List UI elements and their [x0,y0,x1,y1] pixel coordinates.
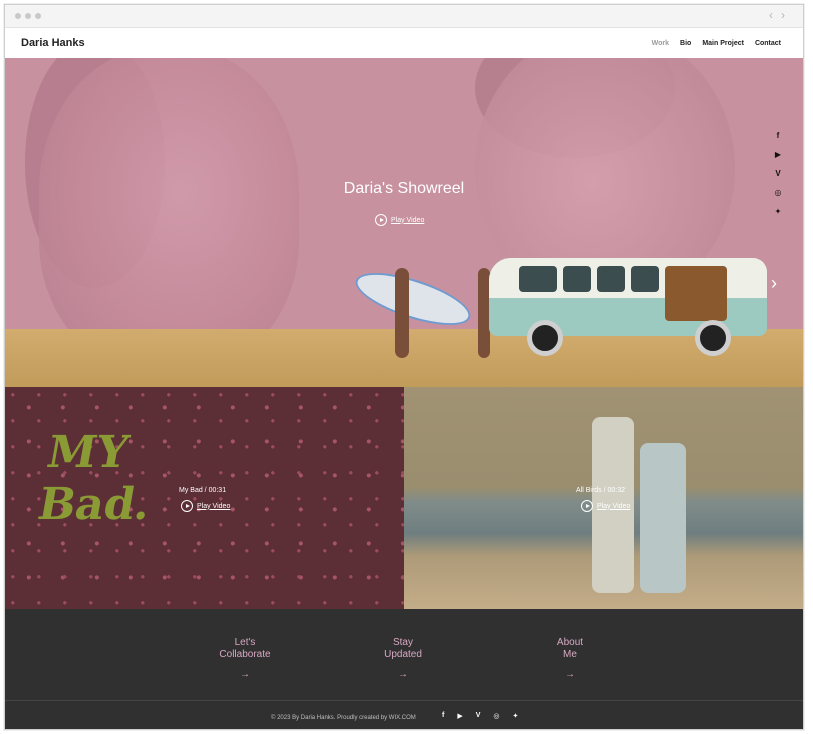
footer-link-collaborate[interactable]: Let's Collaborate → [185,637,305,681]
video-title: All Birds / 00:32 [576,487,626,494]
arrow-right-icon: → [398,669,408,680]
footer-link-about[interactable]: About Me → [510,637,630,681]
nav-item-bio[interactable]: Bio [680,40,691,47]
hero-image-surfer [395,268,409,358]
footer-link-line: Collaborate [219,649,271,660]
browser-window: ‹ › Daria Hanks Work Bio Main Project Co… [4,4,804,730]
window-dot [25,13,31,19]
browser-chrome: ‹ › [5,5,803,28]
footer-link-line: Me [563,649,577,660]
van-window [631,266,659,292]
nav-item-contact[interactable]: Contact [755,40,781,47]
next-slide-arrow-icon[interactable]: › [771,273,777,294]
video-title: My Bad / 00:31 [179,487,227,494]
footer-link-line: About [556,637,584,648]
facebook-icon[interactable]: f [773,131,783,141]
footer-divider [5,700,803,701]
van-window [597,266,625,292]
van-wheel [527,320,563,356]
vimeo-icon[interactable]: V [773,169,783,179]
van-window [563,266,591,292]
van-window [519,266,557,292]
window-dot [15,13,21,19]
play-video-link[interactable]: Play Video [197,503,230,510]
artwork-text-line: Bad. [34,479,155,530]
twitter-icon[interactable]: ✦ [513,712,519,720]
video-tile-all-birds[interactable]: All Birds / 00:32 Play Video [404,387,803,609]
site-title[interactable]: Daria Hanks [21,37,85,49]
my-bad-artwork: MY Bad. [34,427,164,531]
chevron-right-icon[interactable]: › [781,8,785,22]
play-icon [375,214,387,226]
hero-image-surfboard [350,262,476,336]
play-icon [181,500,193,512]
site-footer: Let's Collaborate → Stay Updated → About… [5,609,803,729]
instagram-icon[interactable]: ◎ [493,712,499,720]
twitter-icon[interactable]: ✦ [773,207,783,217]
play-icon [581,500,593,512]
youtube-icon[interactable]: ▶ [773,150,783,160]
social-bar: f ▶ V ◎ ✦ [773,131,783,217]
hero-section: f ▶ V ◎ ✦ Daria's Showreel Play Video › [5,58,803,387]
footer-link-line: Let's [234,637,256,648]
chevron-left-icon[interactable]: ‹ [769,8,773,22]
arrow-right-icon: → [565,669,575,680]
video-tile-my-bad[interactable]: MY Bad. My Bad / 00:31 Play Video [5,387,404,609]
arrow-right-icon: → [240,669,250,680]
van-door-open [665,266,727,321]
window-dot [35,13,41,19]
artwork-text-line: MY [43,427,133,478]
image-person-woman [640,443,686,593]
footer-link-line: Updated [384,649,422,660]
play-video-link[interactable]: Play Video [597,503,630,510]
youtube-icon[interactable]: ▶ [457,712,462,720]
facebook-icon[interactable]: f [442,712,444,720]
hero-title: Daria's Showreel [343,180,465,197]
vimeo-icon[interactable]: V [476,712,481,720]
hero-play-button[interactable]: Play Video [375,214,424,226]
hero-image-face-left [39,58,299,368]
footer-link-line: Stay [392,637,413,648]
video-play-button[interactable]: Play Video [581,500,630,512]
play-video-link[interactable]: Play Video [391,217,424,224]
video-play-button[interactable]: Play Video [181,500,230,512]
nav-item-work[interactable]: Work [652,40,669,47]
footer-social-bar: f ▶ V ◎ ✦ [442,712,518,720]
site-header: Daria Hanks Work Bio Main Project Contac… [5,28,803,59]
main-menu: Work Bio Main Project Contact [652,40,781,47]
nav-item-main-project[interactable]: Main Project [702,40,744,47]
footer-link-updated[interactable]: Stay Updated → [343,637,463,681]
hero-image-van [489,250,767,362]
copyright-text: © 2023 By Daria Hanks. Proudly created b… [271,715,416,721]
van-wheel [695,320,731,356]
